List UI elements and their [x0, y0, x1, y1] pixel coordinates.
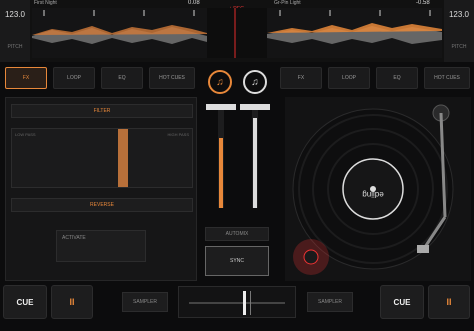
tab-loop-left[interactable]: LOOP [53, 67, 95, 89]
activate-button[interactable]: ACTIVATE [56, 230, 146, 262]
cue-button-left[interactable]: CUE [3, 285, 47, 319]
crossfader[interactable] [178, 286, 296, 318]
sync-label: SYNC [230, 258, 244, 264]
reverse-label: REVERSE [90, 202, 114, 208]
right-track-time: -0.58 [416, 0, 430, 6]
svg-text:edjing: edjing [362, 190, 383, 199]
volume-fader-left-handle[interactable] [206, 104, 236, 110]
filter-xy-pad[interactable]: LOW PASS HIGH PASS [11, 128, 193, 188]
headphone-left-button[interactable]: ♫ [208, 70, 232, 94]
sampler-label-right: SAMPLER [318, 299, 342, 305]
automix-label: AUTOMIX [225, 231, 249, 237]
pause-icon: II [69, 297, 75, 307]
crossfader-track [189, 302, 285, 304]
play-pause-button-right[interactable]: II [428, 285, 470, 319]
crossfader-handle[interactable] [243, 291, 246, 315]
filter-selector[interactable]: FILTER [11, 104, 193, 118]
crossfader-marker [250, 291, 251, 315]
sampler-label-left: SAMPLER [133, 299, 157, 305]
sampler-button-left[interactable]: SAMPLER [122, 292, 168, 312]
tab-eq-left[interactable]: EQ [101, 67, 143, 89]
right-track-name: Gr-Pin Light [274, 0, 301, 6]
reverse-selector[interactable]: REVERSE [11, 198, 193, 212]
tab-hotcues-right[interactable]: HOT CUES [424, 67, 470, 89]
right-bpm: 123.0 [448, 10, 470, 19]
waveform-bar: 123.0 PITCH 123.0 PITCH First Night 0.08… [0, 0, 474, 62]
cue-label-left: CUE [16, 297, 34, 307]
low-pass-label: LOW PASS [15, 132, 36, 137]
volume-fader-right-handle[interactable] [240, 104, 270, 110]
tab-loop-right[interactable]: LOOP [328, 67, 370, 89]
filter-label: FILTER [93, 108, 111, 114]
tab-fx-right[interactable]: FX [280, 67, 322, 89]
right-bpm-box[interactable]: 123.0 PITCH [444, 0, 474, 62]
pause-icon: II [446, 297, 452, 307]
volume-level-left [219, 138, 223, 208]
turntable[interactable]: edjing [285, 97, 471, 281]
left-pitch-label: PITCH [7, 44, 23, 50]
high-pass-label: HIGH PASS [167, 132, 190, 137]
volume-fader-left[interactable] [218, 108, 224, 208]
left-track-name: First Night [34, 0, 57, 6]
tab-fx-left[interactable]: FX [5, 67, 47, 89]
filter-position-marker[interactable] [118, 129, 128, 187]
automix-button[interactable]: AUTOMIX [205, 227, 269, 241]
activate-label: ACTIVATE [62, 235, 86, 241]
left-bpm: 123.0 [4, 10, 26, 19]
headphone-right-button[interactable]: ♫ [243, 70, 267, 94]
tab-eq-right[interactable]: EQ [376, 67, 418, 89]
volume-level-right [253, 118, 257, 208]
tab-hotcues-left[interactable]: HOT CUES [149, 67, 195, 89]
waveform[interactable] [32, 8, 442, 58]
left-track-time: 0.08 [188, 0, 200, 6]
cue-label-right: CUE [393, 297, 411, 307]
music-note-icon: ♫ [251, 76, 259, 88]
music-note-icon: ♫ [216, 76, 224, 88]
sync-button[interactable]: SYNC [205, 246, 269, 276]
cue-button-right[interactable]: CUE [380, 285, 424, 319]
sampler-button-right[interactable]: SAMPLER [307, 292, 353, 312]
left-bpm-box[interactable]: 123.0 PITCH [0, 0, 30, 62]
right-pitch-label: PITCH [451, 44, 467, 50]
volume-fader-right[interactable] [252, 108, 258, 208]
fx-panel: FILTER LOW PASS HIGH PASS REVERSE ACTIVA… [5, 97, 197, 281]
play-pause-button-left[interactable]: II [51, 285, 93, 319]
